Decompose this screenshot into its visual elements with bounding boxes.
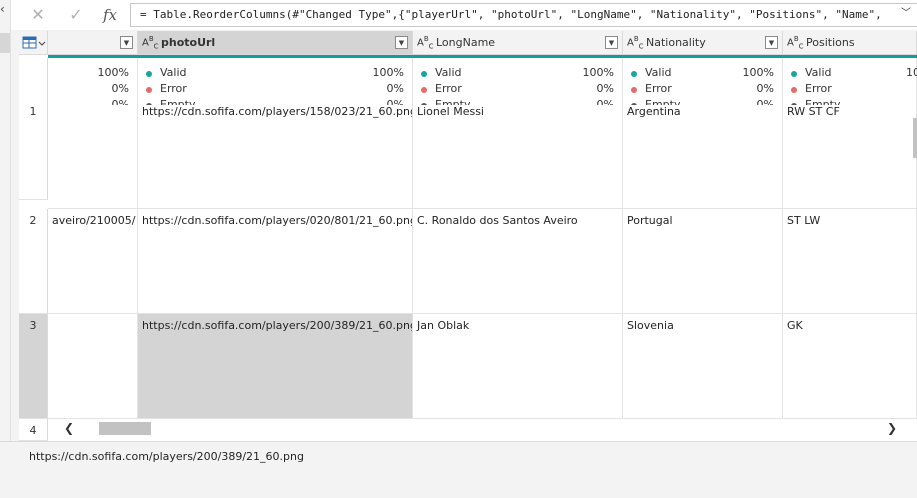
text-type-icon: ABC [142, 35, 159, 51]
scroll-left-icon[interactable]: ❮ [64, 421, 74, 435]
formula-bar: ✕ ✓ fx = Table.ReorderColumns(#"Changed … [0, 0, 917, 30]
close-icon[interactable]: ✕ [25, 4, 51, 26]
table-cell[interactable]: https://cdn.sofifa.com/players/158/023/2… [138, 105, 413, 209]
error-label: Error [805, 82, 832, 95]
text-type-icon: ABC [787, 35, 804, 51]
table-options-button[interactable] [19, 31, 48, 55]
error-label: Error [645, 82, 672, 95]
valid-pct: 100% [582, 66, 614, 79]
column-header[interactable]: ▼ [48, 31, 138, 55]
error-pct: 0% [756, 82, 774, 95]
data-grid: ▼ ABC photoUrl ▼ ABC LongName ▼ ABC Nati… [19, 31, 917, 441]
column-name: Nationality [646, 36, 706, 49]
valid-dot [631, 71, 637, 77]
column-header-positions[interactable]: ABC Positions [783, 31, 917, 55]
checkmark-icon[interactable]: ✓ [63, 4, 89, 26]
row-number[interactable]: 4 [19, 419, 48, 441]
table-cell[interactable]: Lionel Messi [413, 105, 623, 209]
error-dot [421, 87, 427, 93]
table-cell[interactable] [48, 105, 138, 209]
chevron-down-icon[interactable]: ▼ [765, 36, 778, 49]
table-cell-selected[interactable]: https://cdn.sofifa.com/players/200/389/2… [138, 314, 413, 419]
error-dot [791, 87, 797, 93]
error-dot [146, 87, 152, 93]
table-cell[interactable]: ST LW [783, 209, 917, 314]
chevron-down-icon[interactable]: ▼ [395, 36, 408, 49]
column-header-longname[interactable]: ABC LongName ▼ [413, 31, 623, 55]
valid-dot [791, 71, 797, 77]
chevron-left-icon[interactable]: ‹ [0, 2, 5, 16]
table-cell[interactable] [48, 314, 138, 419]
valid-pct: 100% [742, 66, 774, 79]
chevron-down-icon[interactable]: ﹀ [897, 3, 915, 25]
table-cell[interactable]: Portugal [623, 209, 783, 314]
column-name: LongName [436, 36, 496, 49]
table-cell[interactable]: https://cdn.sofifa.com/players/020/801/2… [138, 209, 413, 314]
table-cell[interactable]: Jan Oblak [413, 314, 623, 419]
valid-pct: 100% [372, 66, 404, 79]
error-dot [631, 87, 637, 93]
valid-label: Valid [645, 66, 672, 79]
horizontal-scrollbar[interactable]: ❮ ❯ [48, 419, 917, 439]
row-number[interactable]: 2 [19, 209, 48, 314]
valid-label: Valid [805, 66, 832, 79]
error-pct: 0% [596, 82, 614, 95]
fx-icon[interactable]: fx [97, 4, 123, 26]
valid-pct: 100% [97, 66, 129, 79]
table-cell[interactable]: aveiro/210005/ [48, 209, 138, 314]
valid-pct: 10 [906, 66, 917, 79]
chevron-down-icon[interactable]: ▼ [605, 36, 618, 49]
table-cell[interactable]: RW ST CF [783, 105, 917, 209]
chevron-down-icon[interactable]: ▼ [120, 36, 133, 49]
queries-pane-collapsed[interactable]: ‹ [0, 0, 11, 498]
table-cell[interactable]: C. Ronaldo dos Santos Aveiro [413, 209, 623, 314]
valid-dot [146, 71, 152, 77]
column-header-nationality[interactable]: ABC Nationality ▼ [623, 31, 783, 55]
cell-preview-value: https://cdn.sofifa.com/players/200/389/2… [29, 450, 304, 463]
table-cell[interactable]: Argentina [623, 105, 783, 209]
row-number[interactable]: 3 [19, 314, 48, 419]
valid-label: Valid [160, 66, 187, 79]
scrollbar-thumb[interactable] [99, 422, 151, 435]
scroll-right-icon[interactable]: ❯ [887, 421, 897, 435]
error-label: Error [160, 82, 187, 95]
error-pct: 0% [111, 82, 129, 95]
text-type-icon: ABC [627, 35, 644, 51]
column-name: Positions [806, 36, 855, 49]
text-type-icon: ABC [417, 35, 434, 51]
table-cell[interactable]: Slovenia [623, 314, 783, 419]
valid-dot [421, 71, 427, 77]
vertical-scrollbar-thumb[interactable] [913, 118, 917, 158]
pane-handle [0, 33, 10, 53]
table-icon [22, 36, 46, 49]
column-name: photoUrl [161, 36, 216, 49]
row-number[interactable]: 1 [19, 105, 48, 200]
column-header-photourl[interactable]: ABC photoUrl ▼ [138, 31, 413, 55]
error-pct: 0% [386, 82, 404, 95]
cell-preview-pane: https://cdn.sofifa.com/players/200/389/2… [0, 441, 917, 498]
valid-label: Valid [435, 66, 462, 79]
error-label: Error [435, 82, 462, 95]
formula-input[interactable]: = Table.ReorderColumns(#"Changed Type",{… [130, 3, 917, 27]
table-cell[interactable]: GK [783, 314, 917, 419]
